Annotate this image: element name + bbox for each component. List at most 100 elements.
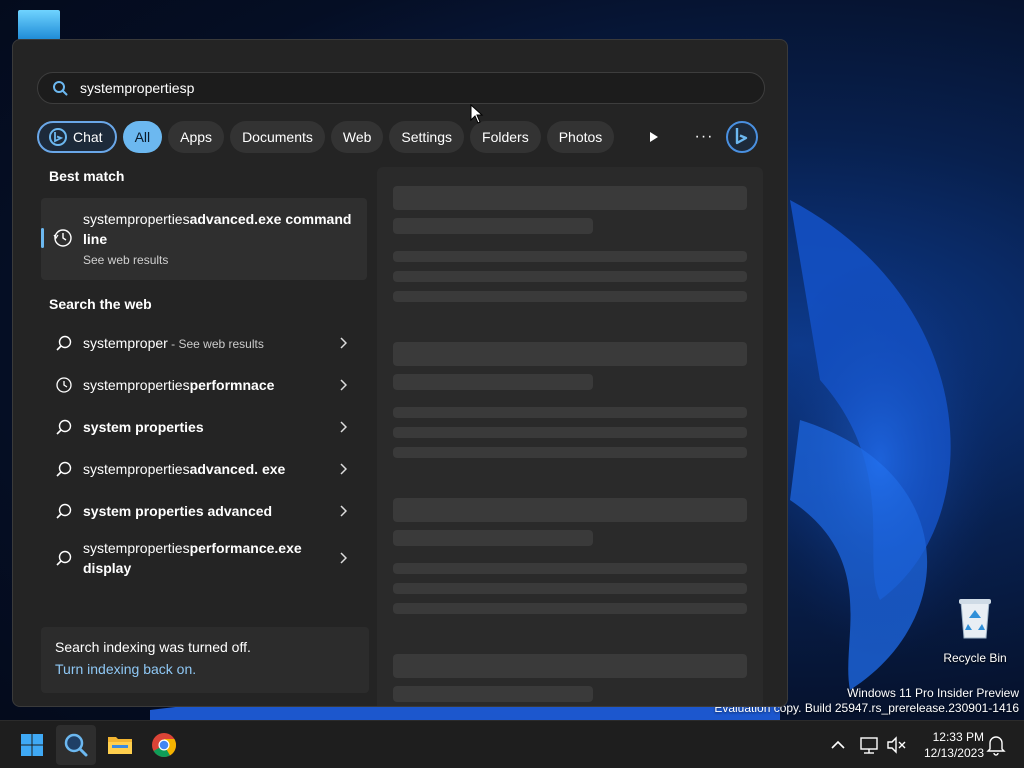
chrome-icon bbox=[152, 733, 177, 758]
chevron-right-icon bbox=[340, 505, 347, 517]
indexing-notice: Search indexing was turned off. Turn ind… bbox=[41, 627, 369, 693]
suggestion-text: systempropertiesperformnace bbox=[83, 375, 323, 395]
best-match-heading: Best match bbox=[49, 168, 125, 184]
mouse-cursor-icon bbox=[470, 104, 484, 124]
indexing-message: Search indexing was turned off. bbox=[55, 639, 251, 655]
folder-icon bbox=[108, 737, 132, 754]
desktop-icon[interactable] bbox=[18, 10, 60, 40]
selection-indicator bbox=[41, 228, 44, 248]
text-bold: system properties advanced bbox=[83, 503, 273, 519]
filter-photos[interactable]: Photos bbox=[546, 121, 615, 153]
search-panel: Chat All Apps Documents Web Settings Fol… bbox=[12, 39, 788, 707]
play-icon bbox=[650, 132, 658, 142]
search-icon bbox=[64, 733, 88, 757]
filter-apps[interactable]: Apps bbox=[168, 121, 225, 153]
preview-pane-loading bbox=[377, 167, 763, 706]
turn-indexing-on-link[interactable]: Turn indexing back on. bbox=[55, 661, 355, 677]
suggestion-text: systempropertiesadvanced. exe bbox=[83, 459, 323, 479]
suggestion-text: system properties advanced bbox=[83, 501, 323, 521]
web-suggestion[interactable]: systemproper - See web results bbox=[41, 322, 367, 364]
chat-filter-button[interactable]: Chat bbox=[37, 121, 117, 153]
title-regular: systemproperties bbox=[83, 211, 190, 227]
results-column: Best match systempropertiesadvanced.exe … bbox=[41, 168, 367, 584]
filter-web[interactable]: Web bbox=[330, 121, 384, 153]
search-icon bbox=[56, 550, 72, 566]
filter-folders[interactable]: Folders bbox=[470, 121, 541, 153]
skeleton-bar bbox=[393, 186, 747, 210]
skeleton-bar bbox=[393, 686, 593, 702]
text-regular: systemproperties bbox=[83, 540, 190, 556]
start-button[interactable] bbox=[12, 725, 52, 765]
chevron-right-icon bbox=[340, 379, 347, 391]
skeleton-bar bbox=[393, 291, 747, 302]
web-suggestion[interactable]: system properties bbox=[41, 406, 367, 448]
skeleton-bar bbox=[393, 563, 747, 574]
more-options-button[interactable]: ··· bbox=[689, 122, 719, 152]
system-clock[interactable]: 12:33 PM 12/13/2023 bbox=[914, 729, 984, 761]
bing-icon[interactable] bbox=[725, 120, 759, 154]
web-suggestion[interactable]: systempropertiesadvanced. exe bbox=[41, 448, 367, 490]
skeleton-bar bbox=[393, 447, 747, 458]
taskbar: 12:33 PM 12/13/2023 bbox=[0, 720, 1024, 768]
chevron-right-icon bbox=[340, 552, 347, 564]
filter-settings[interactable]: Settings bbox=[389, 121, 465, 153]
filter-documents[interactable]: Documents bbox=[230, 121, 325, 153]
skeleton-bar bbox=[393, 342, 747, 366]
web-suggestion[interactable]: systempropertiesperformnace bbox=[41, 364, 367, 406]
text-hint: - See web results bbox=[167, 336, 264, 351]
recycle-bin-icon bbox=[959, 599, 991, 639]
network-icon[interactable] bbox=[858, 734, 880, 756]
chevron-right-icon bbox=[340, 337, 347, 349]
suggestion-text: system properties bbox=[83, 417, 323, 437]
web-suggestion[interactable]: systempropertiesperformance.exe display bbox=[41, 532, 367, 584]
skeleton-bar bbox=[393, 374, 593, 390]
skeleton-bar bbox=[393, 407, 747, 418]
volume-muted-icon[interactable] bbox=[885, 734, 907, 756]
filter-all[interactable]: All bbox=[122, 121, 163, 153]
clock-date: 12/13/2023 bbox=[923, 746, 984, 760]
skeleton-bar bbox=[393, 498, 747, 522]
text-bold: system properties bbox=[83, 419, 204, 435]
skeleton-bar bbox=[393, 271, 747, 282]
chevron-right-icon bbox=[340, 421, 347, 433]
search-icon bbox=[56, 335, 72, 351]
search-box[interactable] bbox=[37, 72, 765, 104]
web-suggestions-list: systemproper - See web results systempro… bbox=[41, 322, 367, 584]
search-icon bbox=[53, 81, 68, 96]
best-match-result[interactable]: systempropertiesadvanced.exe command lin… bbox=[41, 198, 367, 280]
search-icon bbox=[56, 503, 72, 519]
skeleton-bar bbox=[393, 654, 747, 678]
recycle-bin[interactable]: Recycle Bin bbox=[940, 596, 1010, 665]
chevron-right-icon bbox=[340, 463, 347, 475]
scroll-filters-button[interactable] bbox=[639, 122, 669, 152]
search-icon bbox=[56, 419, 72, 435]
skeleton-bar bbox=[393, 218, 593, 234]
text-bold: advanced. exe bbox=[189, 461, 286, 477]
search-taskbar-button[interactable] bbox=[56, 725, 96, 765]
windows-logo-icon bbox=[21, 734, 43, 756]
file-explorer-button[interactable] bbox=[100, 725, 140, 765]
history-icon bbox=[56, 377, 72, 393]
skeleton-bar bbox=[393, 603, 747, 614]
best-match-title: systempropertiesadvanced.exe command lin… bbox=[83, 209, 357, 249]
text-bold: performnace bbox=[189, 377, 275, 393]
search-input[interactable] bbox=[80, 80, 680, 96]
skeleton-bar bbox=[393, 583, 747, 594]
search-icon bbox=[56, 461, 72, 477]
filter-bar: Chat All Apps Documents Web Settings Fol… bbox=[37, 121, 620, 153]
chrome-button[interactable] bbox=[144, 725, 184, 765]
skeleton-bar bbox=[393, 427, 747, 438]
text-regular: systemproperties bbox=[83, 461, 190, 477]
chevron-up-icon[interactable] bbox=[828, 735, 848, 755]
clock-time: 12:33 PM bbox=[932, 730, 984, 744]
suggestion-text: systempropertiesperformance.exe display bbox=[83, 538, 307, 578]
chat-label: Chat bbox=[73, 129, 103, 145]
suggestion-text: systemproper - See web results bbox=[83, 333, 323, 354]
skeleton-bar bbox=[393, 251, 747, 262]
history-icon bbox=[53, 229, 72, 247]
text-regular: systemproperties bbox=[83, 377, 190, 393]
search-web-heading: Search the web bbox=[49, 296, 152, 312]
web-suggestion[interactable]: system properties advanced bbox=[41, 490, 367, 532]
best-match-subtitle: See web results bbox=[83, 253, 169, 267]
notification-bell-icon[interactable] bbox=[986, 734, 1006, 756]
